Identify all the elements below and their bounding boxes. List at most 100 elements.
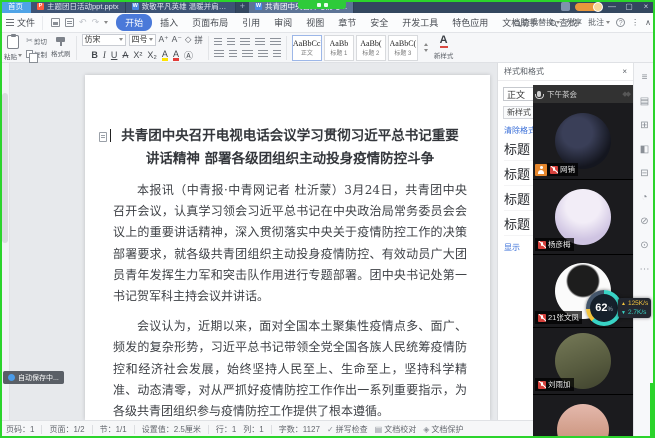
highlight-color-icon[interactable]: A bbox=[162, 50, 168, 61]
decrease-indent-icon[interactable] bbox=[240, 38, 250, 46]
more-tools-icon[interactable]: ⋯ bbox=[640, 265, 650, 275]
app-switcher-icon[interactable] bbox=[561, 2, 570, 11]
quickbar-dropdown-icon[interactable] bbox=[104, 21, 108, 24]
history-icon[interactable]: ◔ bbox=[641, 193, 647, 203]
style-normal[interactable]: AaBbCcDd正文 bbox=[292, 35, 322, 61]
participant-tile[interactable] bbox=[533, 395, 633, 438]
new-style-button[interactable]: A 新样式 bbox=[434, 35, 454, 60]
more-options-icon[interactable]: ⋮ bbox=[631, 18, 639, 27]
tab-references[interactable]: 引用 bbox=[236, 14, 266, 31]
scrollbar-thumb[interactable] bbox=[2, 93, 8, 243]
video-meeting-panel[interactable]: 下午茶会 ◆◆ 网销 杨彦梅 21张文凤 刘雨加 bbox=[533, 85, 633, 438]
subscript-icon[interactable]: X₂ bbox=[147, 50, 157, 60]
participant-tile[interactable]: 刘雨加 bbox=[533, 328, 633, 395]
close-button[interactable]: × bbox=[640, 0, 652, 13]
participant-name: 网销 bbox=[560, 164, 575, 175]
paste-button[interactable]: 粘贴 bbox=[4, 35, 22, 61]
edit-tool-icon[interactable]: ≡ bbox=[642, 73, 648, 83]
font-color-icon[interactable]: A bbox=[173, 50, 179, 61]
spellcheck-toggle[interactable]: ✓拼写检查 bbox=[327, 424, 368, 435]
tab-review[interactable]: 审阅 bbox=[268, 14, 298, 31]
document-page[interactable]: 共青团中央召开电视电话会议学习贯彻习近平总书记重要 讲话精神 部署各级团组织主动… bbox=[85, 75, 490, 420]
gallery-down-icon[interactable] bbox=[424, 49, 428, 52]
tab-security[interactable]: 安全 bbox=[364, 14, 394, 31]
table-tool-icon[interactable]: ⊟ bbox=[640, 169, 648, 179]
collapse-ribbon-icon[interactable]: ∧ bbox=[645, 18, 651, 27]
maximize-button[interactable]: ▢ bbox=[623, 0, 635, 13]
tab-view[interactable]: 视图 bbox=[300, 14, 330, 31]
tab-section[interactable]: 章节 bbox=[332, 14, 362, 31]
shading-icon[interactable] bbox=[258, 50, 268, 58]
selection-tool-icon[interactable]: ▤ bbox=[640, 97, 649, 107]
participant-name: 21张文凤 bbox=[548, 312, 579, 323]
redo-icon[interactable]: ↷ bbox=[92, 17, 100, 28]
print-icon[interactable] bbox=[65, 18, 74, 27]
cut-button[interactable]: ✂剪切 bbox=[26, 36, 47, 46]
file-menu-button[interactable]: 文件 bbox=[0, 16, 43, 30]
style-heading1[interactable]: AaBb标题 1 bbox=[324, 35, 354, 61]
comment-button[interactable]: 批注 bbox=[588, 17, 610, 28]
target-icon[interactable]: ⊙ bbox=[640, 241, 648, 251]
tab-page-layout[interactable]: 页面布局 bbox=[186, 14, 234, 31]
tab-developer[interactable]: 开发工具 bbox=[396, 14, 444, 31]
increase-font-icon[interactable]: A⁺ bbox=[159, 34, 169, 45]
strikethrough-icon[interactable]: A bbox=[122, 50, 128, 60]
gallery-up-icon[interactable] bbox=[424, 43, 428, 46]
undo-icon[interactable]: ↶ bbox=[79, 17, 87, 28]
bullet-list-icon[interactable] bbox=[214, 38, 222, 46]
font-size-select[interactable]: 四号 bbox=[129, 34, 156, 46]
copy-button[interactable]: 复制 bbox=[26, 49, 47, 59]
format-painter-button[interactable]: 格式刷 bbox=[51, 37, 71, 58]
tab-start[interactable]: 开始 bbox=[116, 14, 152, 31]
underline-icon[interactable]: U bbox=[111, 50, 118, 60]
style-heading2[interactable]: AaBb(标题 2 bbox=[356, 35, 386, 61]
autosave-text: 自动保存中... bbox=[18, 373, 59, 383]
participant-tile[interactable]: 杨彦梅 bbox=[533, 180, 633, 255]
tab-ppt-document[interactable]: P 主题团日活动ppt.pptx bbox=[31, 0, 126, 13]
minimize-button[interactable]: — bbox=[606, 0, 618, 13]
upload-speed: 125K/s bbox=[628, 300, 648, 307]
decrease-font-icon[interactable]: A⁻ bbox=[172, 34, 182, 45]
tab-home[interactable]: 首页 bbox=[0, 0, 31, 13]
italic-icon[interactable]: I bbox=[103, 50, 106, 60]
protect-doc-button[interactable]: ◈文档保护 bbox=[423, 424, 463, 435]
export-tool-icon[interactable]: ⊞ bbox=[640, 121, 648, 131]
align-center-icon[interactable] bbox=[229, 50, 237, 58]
align-justify-icon[interactable] bbox=[242, 50, 253, 58]
phonetic-guide-icon[interactable]: 拼 bbox=[194, 34, 203, 46]
bold-icon[interactable]: B bbox=[91, 50, 98, 60]
hamburger-icon bbox=[6, 19, 14, 26]
proofread-button[interactable]: ▤文档校对 bbox=[375, 424, 417, 435]
meeting-header[interactable]: 下午茶会 ◆◆ bbox=[533, 85, 633, 103]
font-name-select[interactable]: 仿宋 bbox=[82, 34, 126, 46]
mic-muted-icon bbox=[550, 166, 558, 174]
member-badge[interactable] bbox=[575, 3, 601, 11]
tab-special-apps[interactable]: 特色应用 bbox=[446, 14, 494, 31]
performance-monitor-widget[interactable]: 62% ▲125K/s ▼2.7K/s bbox=[586, 290, 651, 326]
find-replace-button[interactable]: 查找替换 bbox=[514, 17, 560, 28]
borders-icon[interactable] bbox=[273, 50, 281, 58]
proofing-tool-icon[interactable]: ◧ bbox=[640, 145, 649, 155]
align-left-icon[interactable] bbox=[214, 50, 224, 58]
share-button[interactable]: 分享 bbox=[566, 17, 582, 28]
participant-tile[interactable]: 网销 bbox=[533, 103, 633, 180]
help-icon[interactable]: ? bbox=[616, 18, 625, 27]
screen-share-bar[interactable] bbox=[298, 0, 346, 9]
close-icon[interactable]: × bbox=[622, 67, 627, 76]
left-scroll-strip[interactable] bbox=[0, 63, 10, 420]
superscript-icon[interactable]: X² bbox=[133, 50, 142, 60]
tab-word-document-1[interactable]: W 致敬平凡英雄 温暖并肩同行 bbox=[126, 0, 236, 13]
style-heading3[interactable]: AaBbC(标题 3 bbox=[388, 35, 418, 61]
clear-format-icon[interactable]: ◇ bbox=[185, 34, 192, 45]
increase-indent-icon[interactable] bbox=[255, 38, 265, 46]
word-count-status[interactable]: 字数：1127 bbox=[279, 424, 320, 435]
line-spacing-icon[interactable] bbox=[270, 38, 281, 46]
format-painter-icon bbox=[56, 37, 65, 42]
tab-insert[interactable]: 插入 bbox=[154, 14, 184, 31]
new-tab-button[interactable]: + bbox=[236, 0, 249, 13]
blocked-icon[interactable]: ⊘ bbox=[640, 217, 648, 227]
margin-annotation-icon[interactable] bbox=[99, 132, 107, 142]
numbered-list-icon[interactable] bbox=[227, 38, 235, 46]
enclosed-char-icon[interactable]: Ⓐ bbox=[184, 49, 193, 62]
save-icon[interactable] bbox=[51, 18, 60, 27]
